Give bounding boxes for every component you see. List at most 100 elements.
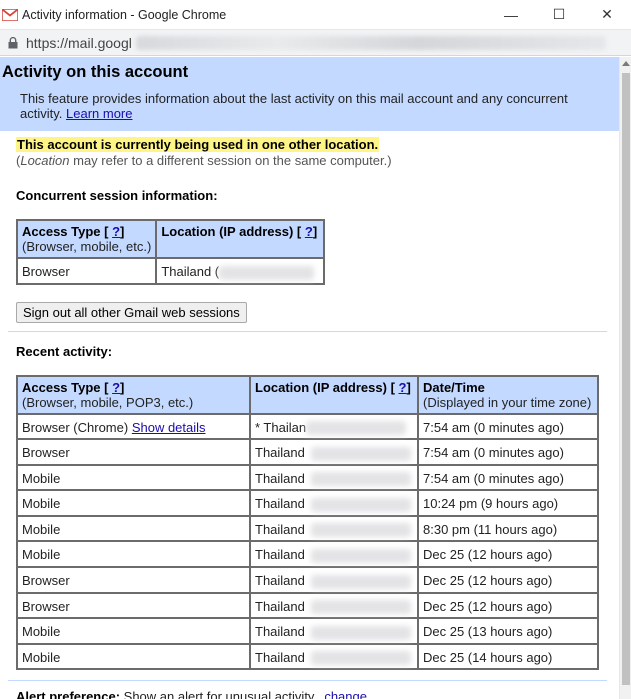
activity-type: Browser (Chrome) Show details bbox=[16, 412, 251, 441]
activity-time: 10:24 pm (9 hours ago) bbox=[417, 489, 599, 517]
ip-redacted bbox=[310, 497, 411, 512]
activity-location: Thailand bbox=[249, 617, 419, 645]
table-header-row: Access Type [ ?] (Browser, mobile, POP3,… bbox=[16, 374, 599, 415]
activity-type: Browser bbox=[16, 591, 251, 620]
concurrent-warning: This account is currently being used in … bbox=[16, 137, 380, 152]
col-access-type-sub: (Browser, mobile, POP3, etc.) bbox=[22, 394, 194, 410]
access-type-help-link[interactable]: ? bbox=[112, 380, 120, 395]
divider bbox=[8, 330, 607, 332]
scroll-up-arrow-icon[interactable] bbox=[622, 61, 630, 66]
access-type-help-link[interactable]: ? bbox=[112, 224, 120, 239]
activity-type: Mobile bbox=[16, 617, 251, 645]
gmail-icon bbox=[2, 8, 18, 21]
activity-type: Mobile bbox=[16, 642, 251, 671]
activity-time: Dec 25 (12 hours ago) bbox=[417, 591, 599, 620]
note-location-word: Location bbox=[20, 153, 70, 168]
activity-time: Dec 25 (13 hours ago) bbox=[417, 617, 599, 645]
divider bbox=[8, 680, 607, 682]
bracket-close: ] bbox=[120, 224, 125, 239]
close-button[interactable]: ✕ bbox=[583, 0, 631, 30]
url-redacted bbox=[135, 35, 606, 50]
activity-location-text: Thailand bbox=[255, 649, 305, 665]
activity-location: Thailand bbox=[249, 489, 419, 517]
scroll-thumb[interactable] bbox=[622, 73, 630, 685]
table-row: Browser (Chrome) Show details * Thailan … bbox=[16, 412, 599, 441]
recent-rows: Browser Thailand 7:54 am (0 minutes ago) Mo… bbox=[16, 438, 599, 671]
activity-location-text: Thailand bbox=[255, 445, 305, 461]
col-datetime-sub: (Displayed in your time zone) bbox=[423, 394, 592, 410]
activity-type: Mobile bbox=[16, 463, 251, 492]
page-content: Activity on this account This feature pr… bbox=[0, 57, 619, 699]
activity-location: * Thailan bbox=[249, 412, 419, 441]
recent-section-title: Recent activity: bbox=[16, 343, 113, 359]
col-location: Location (IP address) [ ?] bbox=[249, 374, 419, 415]
session-location-text: Thailand ( bbox=[161, 264, 220, 279]
show-details-link[interactable]: Show details bbox=[132, 420, 206, 435]
col-location-label: Location (IP address) [ bbox=[255, 379, 395, 395]
table-row: Mobile Thailand Dec 25 (14 hours ago) bbox=[16, 642, 599, 671]
change-alert-link[interactable]: change bbox=[324, 689, 367, 699]
ip-redacted bbox=[219, 265, 315, 280]
ip-redacted bbox=[310, 574, 411, 589]
session-type: Browser bbox=[15, 257, 158, 285]
table-row: Browser Thailand 7:54 am (0 minutes ago) bbox=[16, 438, 599, 466]
activity-time: Dec 25 (12 hours ago) bbox=[417, 565, 599, 594]
ip-redacted bbox=[310, 446, 411, 461]
activity-time: 8:30 pm (11 hours ago) bbox=[417, 514, 599, 543]
vertical-scrollbar[interactable] bbox=[619, 57, 631, 699]
table-row: Mobile Thailand 8:30 pm (11 hours ago) bbox=[16, 514, 599, 543]
maximize-button[interactable]: ☐ bbox=[535, 0, 583, 30]
minimize-button[interactable]: — bbox=[487, 0, 535, 30]
activity-type: Mobile bbox=[16, 514, 251, 543]
activity-time: Dec 25 (12 hours ago) bbox=[417, 540, 599, 568]
bracket-close: ] bbox=[406, 379, 411, 395]
activity-location: Thailand bbox=[249, 591, 419, 620]
table-row: Mobile Thailand Dec 25 (13 hours ago) bbox=[16, 617, 599, 645]
col-access-type-label: Access Type [ bbox=[22, 379, 109, 395]
alert-label: Alert preference: bbox=[16, 689, 121, 699]
activity-location-text: Thailand bbox=[255, 598, 305, 614]
location-help-link[interactable]: ? bbox=[305, 224, 313, 239]
note-text: may refer to a different session on the … bbox=[69, 153, 392, 168]
activity-location: Thailand bbox=[249, 463, 419, 492]
col-access-type: Access Type [ ?] (Browser, mobile, etc.) bbox=[15, 219, 158, 259]
alert-text: Show an alert for unusual activity. bbox=[120, 689, 318, 699]
table-row: Browser Thailand Dec 25 (12 hours ago) bbox=[16, 591, 599, 620]
sign-out-sessions-button[interactable]: Sign out all other Gmail web sessions bbox=[16, 301, 247, 323]
table-row: Mobile Thailand 7:54 am (0 minutes ago) bbox=[16, 463, 599, 492]
col-access-type: Access Type [ ?] (Browser, mobile, POP3,… bbox=[16, 374, 251, 415]
ip-redacted bbox=[306, 421, 407, 436]
bracket-close: ] bbox=[120, 379, 125, 395]
ip-redacted bbox=[310, 625, 411, 640]
activity-type: Mobile bbox=[16, 540, 251, 568]
activity-location-text: Thailand bbox=[255, 624, 305, 640]
activity-time: Dec 25 (14 hours ago) bbox=[417, 642, 599, 671]
header-box: Activity on this account This feature pr… bbox=[0, 57, 619, 131]
activity-location-text: Thailand bbox=[255, 496, 305, 512]
ip-redacted bbox=[310, 548, 411, 563]
page-title: Activity on this account bbox=[2, 63, 189, 81]
ip-redacted bbox=[310, 600, 411, 615]
activity-location-text: * Thailan bbox=[255, 419, 307, 435]
learn-more-link[interactable]: Learn more bbox=[66, 106, 132, 121]
table-row: Mobile Thailand Dec 25 (12 hours ago) bbox=[16, 540, 599, 568]
activity-location: Thailand bbox=[249, 642, 419, 671]
address-bar[interactable]: https://mail.googl bbox=[0, 30, 631, 56]
activity-time: 7:54 am (0 minutes ago) bbox=[417, 438, 599, 466]
recent-activity-table: Access Type [ ?] (Browser, mobile, POP3,… bbox=[16, 374, 599, 671]
activity-time: 7:54 am (0 minutes ago) bbox=[417, 412, 599, 441]
url-text[interactable]: https://mail.googl bbox=[26, 35, 132, 51]
alert-preference: Alert preference: Show an alert for unus… bbox=[0, 689, 619, 699]
col-datetime-label: Date/Time bbox=[423, 379, 485, 395]
window-titlebar: Activity information - Google Chrome — ☐… bbox=[0, 0, 631, 30]
table-row: Browser Thailand ( bbox=[15, 257, 326, 285]
activity-location-text: Thailand bbox=[255, 572, 305, 588]
activity-type: Browser bbox=[16, 565, 251, 594]
activity-time: 7:54 am (0 minutes ago) bbox=[417, 463, 599, 492]
window-title: Activity information - Google Chrome bbox=[22, 7, 227, 22]
activity-type: Mobile bbox=[16, 489, 251, 517]
activity-type: Browser bbox=[16, 438, 251, 466]
lock-icon bbox=[8, 36, 18, 48]
location-note: (Location may refer to a different sessi… bbox=[16, 153, 619, 168]
table-header-row: Access Type [ ?] (Browser, mobile, etc.)… bbox=[15, 219, 326, 259]
